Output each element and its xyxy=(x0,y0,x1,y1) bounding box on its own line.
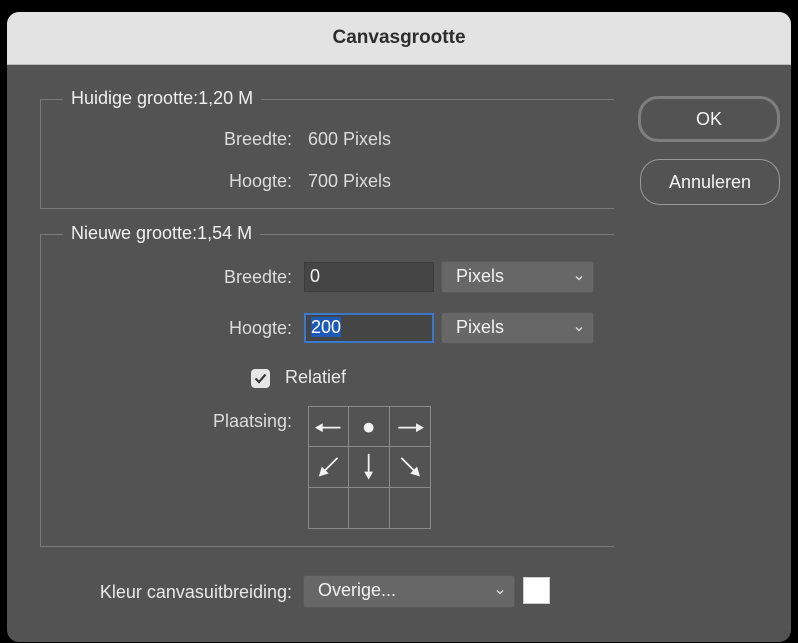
current-height-label: Hoogte: xyxy=(228,171,292,191)
current-width-label: Breedte: xyxy=(223,129,292,149)
current-size-label: Huidige grootte:1,20 M xyxy=(63,88,262,109)
anchor-top-right[interactable] xyxy=(389,407,430,448)
new-width-label: Breedte: xyxy=(223,267,292,287)
new-width-unit-select[interactable]: Pixels xyxy=(441,261,594,293)
anchor-grid xyxy=(308,406,431,529)
anchor-middle-left[interactable] xyxy=(309,447,350,488)
new-height-input[interactable]: 200 xyxy=(304,313,434,343)
chevron-down-icon xyxy=(575,327,583,332)
new-width-input-value: 0 xyxy=(310,266,321,286)
anchor-bottom-left[interactable] xyxy=(309,487,350,528)
arrow-down-left-icon xyxy=(318,457,339,477)
dialog-title: Canvasgrootte xyxy=(7,12,791,65)
anchor-bottom-center[interactable] xyxy=(349,487,390,528)
relative-checkbox[interactable] xyxy=(251,369,270,388)
extension-color-swatch[interactable] xyxy=(523,577,550,604)
new-height-input-value: 200 xyxy=(311,317,342,337)
new-height-label: Hoogte: xyxy=(228,318,292,338)
chevron-down-icon xyxy=(575,276,583,281)
new-height-unit-value: Pixels xyxy=(456,317,505,337)
anchor-middle-center[interactable] xyxy=(349,447,390,488)
new-size-label: Nieuwe grootte:1,54 M xyxy=(63,223,261,244)
arrow-left-icon xyxy=(314,423,341,433)
current-size-group: Huidige grootte:1,20 M xyxy=(40,88,614,209)
anchor-dot-icon xyxy=(364,422,374,433)
new-width-input[interactable]: 0 xyxy=(304,262,434,292)
cancel-button[interactable]: Annuleren xyxy=(640,159,780,205)
chevron-down-icon xyxy=(496,590,504,595)
anchor-bottom-right[interactable] xyxy=(390,488,430,528)
anchor-label: Plaatsing: xyxy=(212,411,292,431)
ok-button[interactable]: OK xyxy=(638,96,780,142)
arrow-down-icon xyxy=(364,454,374,480)
arrow-right-icon xyxy=(398,423,424,433)
anchor-middle-right[interactable] xyxy=(389,447,430,488)
current-width-value: 600 Pixels xyxy=(308,129,392,149)
extension-color-label: Kleur canvasuitbreiding: xyxy=(99,582,292,602)
anchor-top-left[interactable] xyxy=(309,407,350,448)
checkmark-icon xyxy=(254,373,267,384)
extension-color-value: Overige... xyxy=(318,580,397,600)
extension-color-select[interactable]: Overige... xyxy=(303,575,515,608)
new-height-unit-select[interactable]: Pixels xyxy=(441,312,594,344)
relative-label[interactable]: Relatief xyxy=(285,367,346,388)
anchor-top-center[interactable] xyxy=(349,407,390,448)
new-width-unit-value: Pixels xyxy=(456,266,505,286)
arrow-down-right-icon xyxy=(400,457,420,477)
current-height-value: 700 Pixels xyxy=(308,171,392,191)
canvas-size-dialog: Canvasgrootte Huidige grootte:1,20 M Bre… xyxy=(7,12,791,642)
